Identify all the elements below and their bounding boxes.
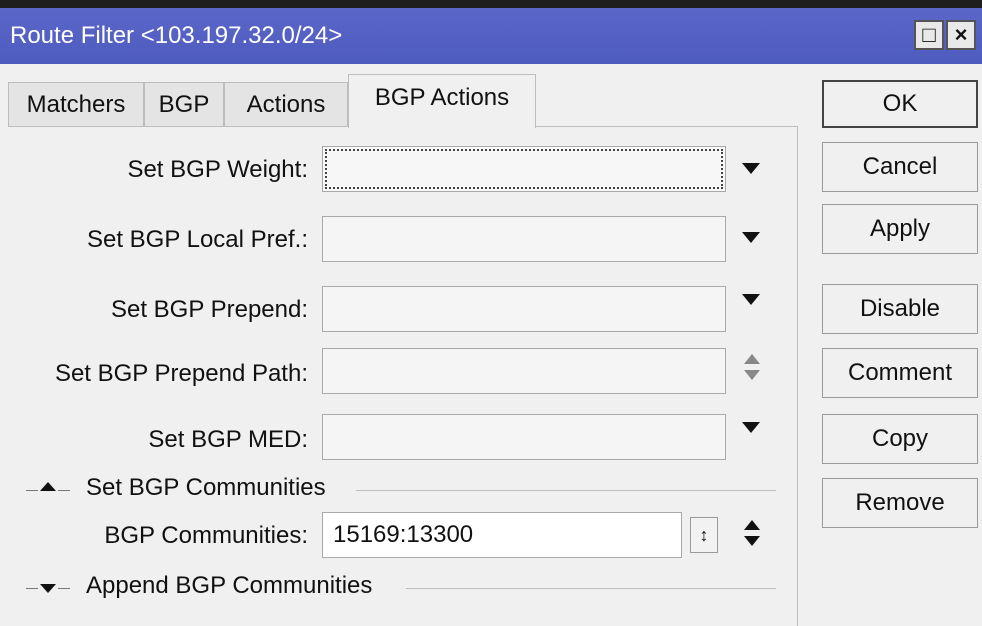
close-icon: × bbox=[954, 22, 968, 47]
section-divider bbox=[406, 588, 776, 589]
cancel-button[interactable]: Cancel bbox=[822, 142, 978, 192]
set-bgp-prepend-label: Set BGP Prepend: bbox=[110, 296, 308, 323]
set-bgp-prepend-path-spinner-icon[interactable] bbox=[742, 354, 762, 384]
title-bar[interactable]: Route Filter <103.197.32.0/24> □ × bbox=[0, 8, 982, 64]
set-bgp-prepend-field[interactable] bbox=[322, 286, 726, 332]
set-bgp-prepend-path-label: Set BGP Prepend Path: bbox=[54, 360, 308, 387]
copy-button[interactable]: Copy bbox=[822, 414, 978, 464]
tab-actions[interactable]: Actions bbox=[224, 82, 348, 126]
remove-item-icon: ↕ bbox=[699, 525, 709, 545]
set-bgp-prepend-path-field[interactable] bbox=[322, 348, 726, 394]
section-dash bbox=[58, 490, 70, 491]
set-bgp-local-pref-field[interactable] bbox=[322, 216, 726, 262]
tab-bgp[interactable]: BGP bbox=[144, 82, 224, 126]
section-dash bbox=[26, 588, 38, 589]
set-bgp-local-pref-dropdown-icon[interactable] bbox=[742, 232, 760, 243]
bgp-communities-add-remove-icon[interactable] bbox=[742, 520, 762, 550]
expand-icon[interactable] bbox=[40, 584, 56, 593]
bgp-communities-remove-button[interactable]: ↕ bbox=[690, 517, 718, 553]
window-title: Route Filter <103.197.32.0/24> bbox=[10, 22, 343, 49]
set-bgp-local-pref-label: Set BGP Local Pref.: bbox=[86, 226, 308, 253]
bgp-communities-field[interactable]: 15169:13300 bbox=[322, 512, 682, 558]
collapse-icon[interactable] bbox=[40, 482, 56, 491]
bgp-communities-label: BGP Communities: bbox=[104, 522, 308, 549]
set-bgp-med-field[interactable] bbox=[322, 414, 726, 460]
set-bgp-med-dropdown-icon[interactable] bbox=[742, 422, 760, 433]
append-bgp-communities-section-title[interactable]: Append BGP Communities bbox=[86, 572, 372, 600]
route-filter-window: Route Filter <103.197.32.0/24> □ × Match… bbox=[0, 8, 982, 626]
disable-button[interactable]: Disable bbox=[822, 284, 978, 334]
restore-icon: □ bbox=[922, 22, 936, 47]
set-bgp-communities-section-title[interactable]: Set BGP Communities bbox=[86, 474, 326, 502]
remove-button[interactable]: Remove bbox=[822, 478, 978, 528]
tab-bgp-actions[interactable]: BGP Actions bbox=[348, 74, 536, 128]
ok-button[interactable]: OK bbox=[822, 80, 978, 128]
set-bgp-prepend-dropdown-icon[interactable] bbox=[742, 294, 760, 305]
section-dash bbox=[26, 490, 38, 491]
set-bgp-weight-label: Set BGP Weight: bbox=[127, 156, 308, 183]
set-bgp-weight-dropdown-icon[interactable] bbox=[742, 163, 760, 174]
restore-button[interactable]: □ bbox=[914, 20, 944, 50]
comment-button[interactable]: Comment bbox=[822, 348, 978, 398]
section-dash bbox=[58, 588, 70, 589]
apply-button[interactable]: Apply bbox=[822, 204, 978, 254]
close-button[interactable]: × bbox=[946, 20, 976, 50]
set-bgp-weight-field[interactable] bbox=[322, 146, 726, 192]
set-bgp-med-label: Set BGP MED: bbox=[148, 426, 308, 453]
section-divider bbox=[356, 490, 776, 491]
tab-matchers[interactable]: Matchers bbox=[8, 82, 144, 126]
